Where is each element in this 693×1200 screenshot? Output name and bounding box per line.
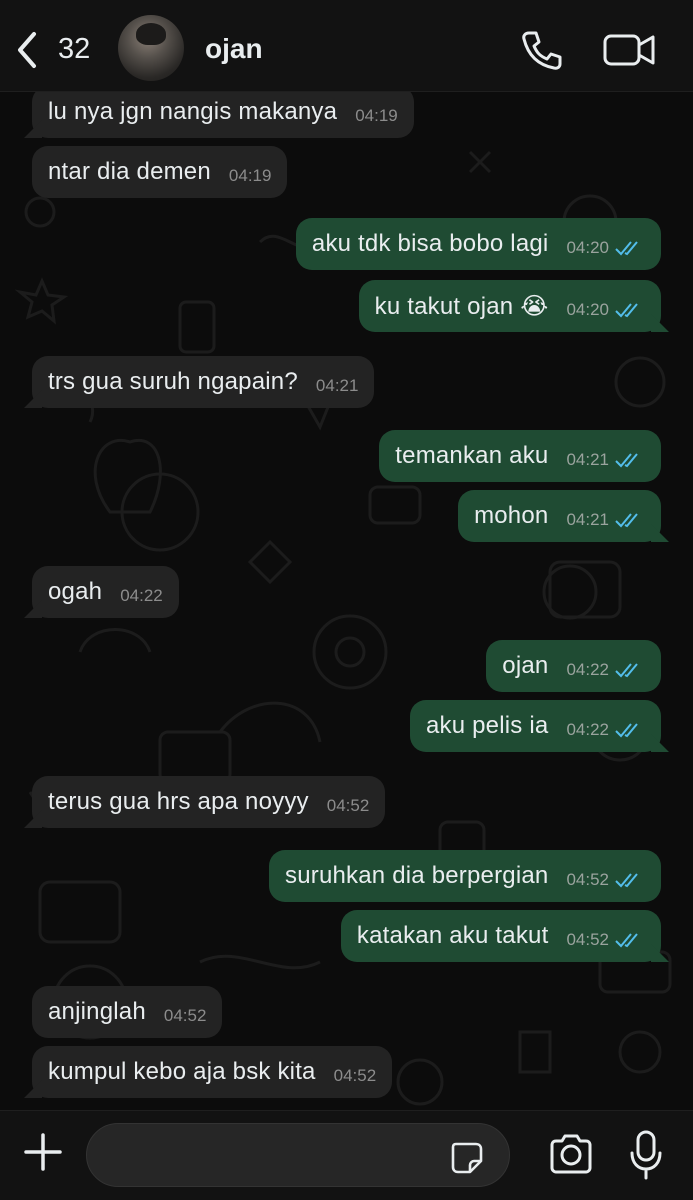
- outgoing-message[interactable]: aku pelis ia 04:22: [409, 700, 661, 752]
- incoming-message[interactable]: lu nya jgn nangis makanya 04:19: [32, 92, 414, 138]
- read-ticks-icon: [615, 303, 638, 318]
- outgoing-message[interactable]: aku tdk bisa bobo lagi 04:20: [295, 218, 661, 270]
- read-ticks-icon: [615, 873, 638, 888]
- incoming-message[interactable]: anjinglah 04:52: [32, 986, 223, 1038]
- chat-header: 32 ojan: [0, 0, 693, 92]
- read-ticks-icon: [615, 453, 638, 468]
- incoming-message[interactable]: kumpul kebo aja bsk kita 04:52: [32, 1046, 393, 1098]
- chevron-left-icon: [18, 32, 36, 68]
- message-text: aku tdk bisa bobo lagi: [311, 230, 549, 257]
- sticker-icon[interactable]: [450, 1141, 484, 1175]
- message-text: terus gua hrs apa noyyy: [48, 788, 309, 815]
- phone-icon[interactable]: [520, 28, 564, 72]
- message-text: ogah: [48, 578, 103, 605]
- outgoing-message[interactable]: suruhkan dia berpergian 04:52: [269, 850, 661, 902]
- read-ticks-icon: [615, 933, 638, 948]
- message-time: 04:21: [566, 510, 609, 529]
- message-time: 04:21: [315, 376, 359, 395]
- message-time: 04:52: [326, 796, 370, 815]
- message-text: anjinglah: [48, 998, 146, 1025]
- outgoing-message[interactable]: temankan aku 04:21: [379, 430, 661, 482]
- outgoing-message[interactable]: ojan 04:22: [486, 640, 661, 692]
- incoming-message[interactable]: terus gua hrs apa noyyy 04:52: [32, 776, 386, 828]
- chat-area[interactable]: lu nya jgn nangis makanya 04:19 ntar dia…: [0, 92, 693, 1110]
- message-text: trs gua suruh ngapain?: [48, 368, 298, 395]
- message-text: aku pelis ia: [425, 712, 549, 739]
- contact-name[interactable]: ojan: [205, 33, 263, 65]
- outgoing-message[interactable]: katakan aku takut 04:52: [340, 910, 661, 962]
- message-time: 04:52: [333, 1066, 377, 1085]
- plus-icon[interactable]: [22, 1131, 64, 1173]
- message-text: lu nya jgn nangis makanya: [48, 98, 338, 125]
- message-text: suruhkan dia berpergian: [285, 862, 549, 889]
- outgoing-message[interactable]: mohon 04:21: [458, 490, 661, 542]
- back-button[interactable]: [14, 28, 48, 72]
- read-ticks-icon: [615, 241, 638, 256]
- message-time: 04:20: [566, 300, 609, 319]
- message-text: mohon: [474, 502, 549, 529]
- outgoing-message[interactable]: ku takut ojan 😭 04:20: [358, 280, 661, 332]
- incoming-message[interactable]: trs gua suruh ngapain? 04:21: [32, 356, 375, 408]
- message-time: 04:22: [566, 660, 609, 679]
- read-ticks-icon: [615, 663, 638, 678]
- composer-bar: [0, 1110, 693, 1200]
- message-time: 04:52: [566, 870, 609, 889]
- message-time: 04:52: [163, 1006, 207, 1025]
- message-time: 04:21: [566, 450, 609, 469]
- camera-icon[interactable]: [548, 1133, 594, 1175]
- incoming-message[interactable]: ntar dia demen 04:19: [32, 146, 288, 198]
- read-ticks-icon: [615, 513, 638, 528]
- message-text: kumpul kebo aja bsk kita: [48, 1058, 316, 1085]
- message-text: katakan aku takut: [356, 922, 549, 949]
- message-time: 04:20: [566, 238, 609, 257]
- message-time: 04:19: [228, 166, 272, 185]
- message-text: temankan aku: [395, 442, 549, 469]
- message-time: 04:19: [355, 106, 398, 125]
- incoming-message[interactable]: ogah 04:22: [32, 566, 179, 618]
- read-ticks-icon: [615, 723, 638, 738]
- video-camera-icon[interactable]: [602, 30, 656, 70]
- message-text: ntar dia demen: [48, 158, 211, 185]
- microphone-icon[interactable]: [628, 1129, 664, 1181]
- message-time: 04:52: [566, 930, 609, 949]
- message-text: ojan: [502, 652, 549, 679]
- message-time: 04:22: [120, 586, 163, 605]
- message-time: 04:22: [566, 720, 609, 739]
- message-text: ku takut ojan 😭: [374, 292, 549, 320]
- message-input[interactable]: [86, 1123, 510, 1187]
- avatar[interactable]: [118, 15, 184, 81]
- unread-count[interactable]: 32: [58, 33, 90, 66]
